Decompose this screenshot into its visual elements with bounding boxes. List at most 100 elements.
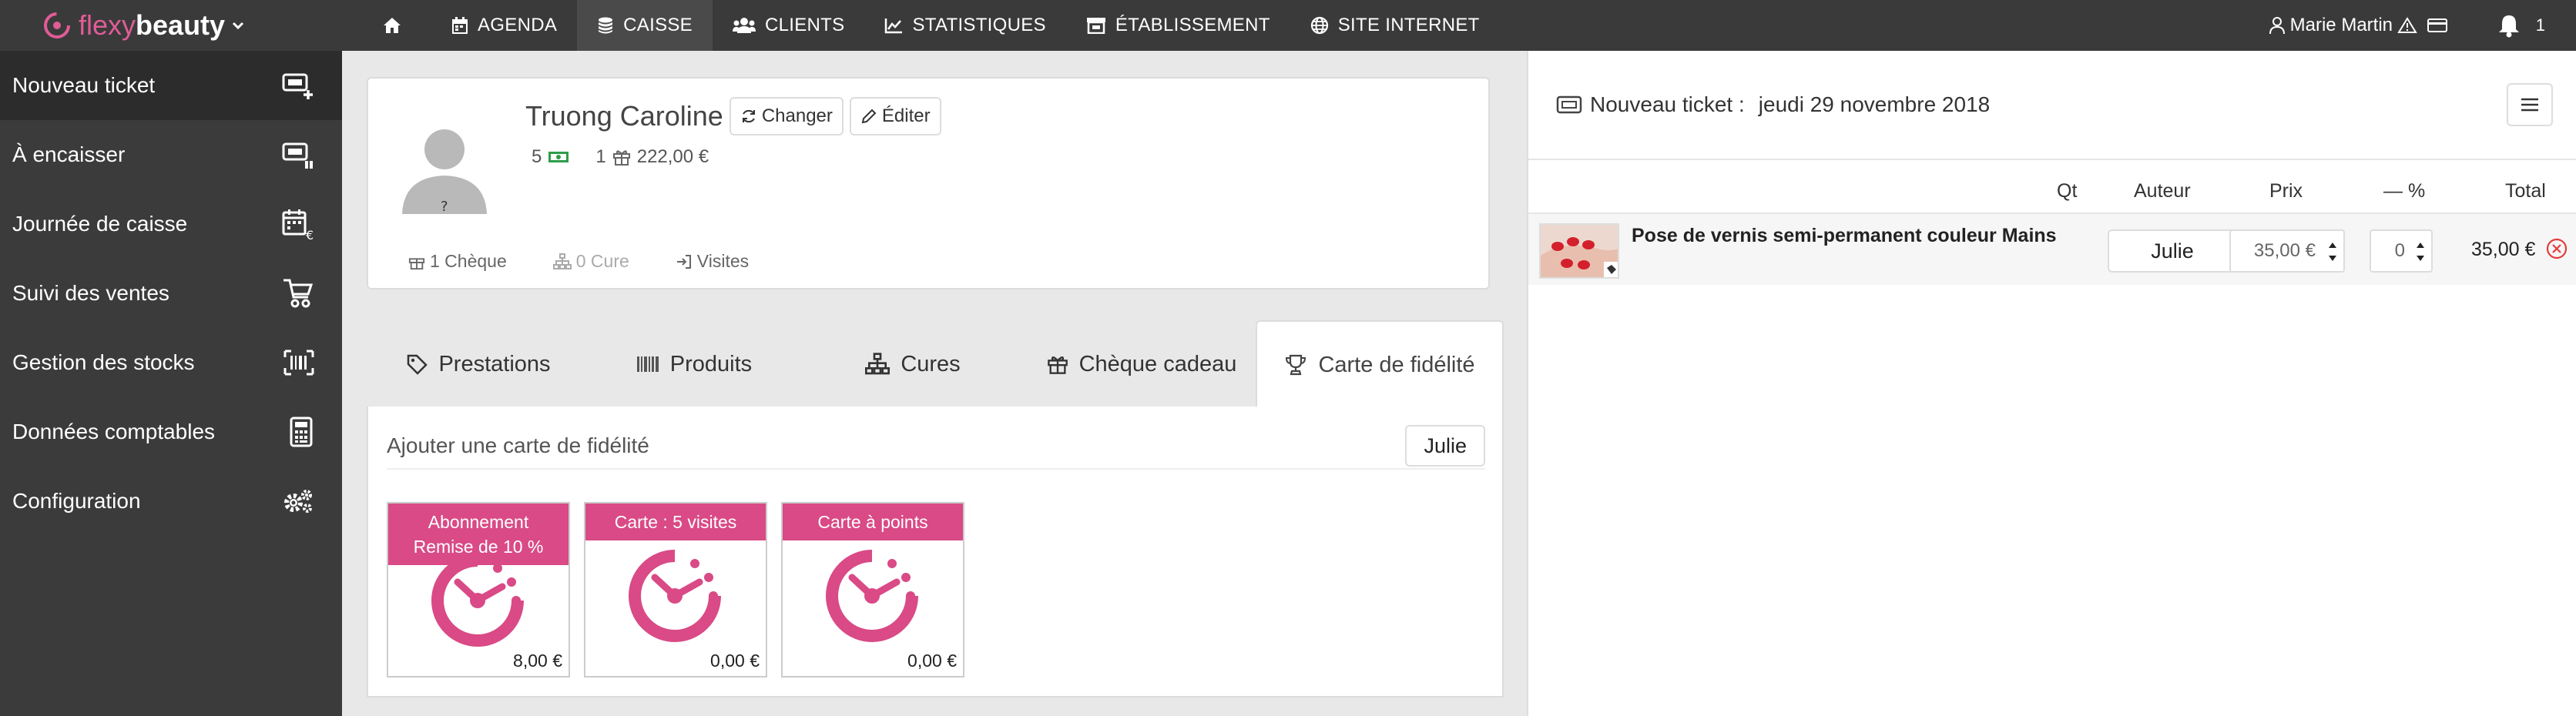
- ticket-menu-button[interactable]: [2507, 83, 2553, 126]
- credit-card-icon: [2427, 18, 2447, 32]
- nav-etablissement[interactable]: ÉTABLISSEMENT: [1066, 0, 1290, 51]
- logo-text-beauty: beauty: [136, 9, 226, 41]
- price-value: 35,00 €: [2253, 240, 2316, 261]
- nav-home[interactable]: [362, 0, 431, 51]
- sidebar-item-gestion-des-stocks[interactable]: Gestion des stocks: [0, 328, 342, 397]
- divider: [1528, 159, 2576, 160]
- sidebar-item-label: Nouveau ticket: [12, 73, 156, 97]
- logo-text-flexy: flexy: [79, 9, 136, 41]
- card-title: Carte à points: [817, 512, 928, 532]
- calendar-icon: [452, 17, 468, 34]
- cure-link[interactable]: 0 Cure: [552, 251, 629, 272]
- edit-client-label: Éditer: [881, 105, 931, 126]
- change-client-button[interactable]: Changer: [729, 97, 844, 136]
- ticket-date: jeudi 29 novembre 2018: [1758, 92, 1991, 116]
- ticket-item-discount-input[interactable]: 0: [2370, 229, 2433, 273]
- cheque-link-label: 1 Chèque: [430, 251, 507, 271]
- nav-site-internet[interactable]: SITE INTERNET: [1290, 0, 1500, 51]
- client-name-row: Truong Caroline Changer Éditer: [525, 97, 941, 136]
- tab-produits[interactable]: Produits: [590, 320, 798, 408]
- main-nav: AGENDA CAISSE CLIENTS STATISTIQUES ÉTABL…: [362, 0, 1500, 51]
- col-auteur: Auteur: [2134, 180, 2191, 202]
- ticket-item-price-input[interactable]: 35,00 €: [2229, 229, 2345, 273]
- logo[interactable]: flexy beauty: [42, 0, 245, 51]
- pencil-icon: [861, 109, 877, 124]
- gift-amount: 222,00 €: [636, 146, 709, 167]
- calendar-euro-icon: €: [282, 209, 314, 240]
- nail-polish-image-icon: [1541, 225, 1618, 277]
- top-bar: flexy beauty AGENDA CAISSE CLIENTS STATIS…: [0, 0, 2576, 51]
- tab-prestations[interactable]: Prestations: [367, 320, 590, 408]
- product-thumbnail: [1539, 223, 1619, 279]
- new-ticket-icon: [282, 73, 313, 99]
- ticket-item-name: Pose de vernis semi-permanent couleur Ma…: [1632, 225, 2057, 246]
- avatar: ?: [396, 117, 493, 214]
- edit-client-button[interactable]: Éditer: [849, 97, 941, 136]
- hamburger-icon: [2521, 98, 2538, 112]
- client-name: Truong Caroline: [525, 100, 723, 132]
- pending-ticket-icon: [282, 142, 313, 169]
- user-menu[interactable]: Marie Martin: [2264, 0, 2453, 51]
- nav-clients[interactable]: CLIENTS: [713, 0, 864, 51]
- tab-cures[interactable]: Cures: [798, 320, 1028, 408]
- barcode-icon: [636, 356, 659, 372]
- loyalty-card-a-points[interactable]: Carte à points 0,00 €: [781, 502, 964, 678]
- nav-etablissement-label: ÉTABLISSEMENT: [1115, 15, 1270, 35]
- tab-cheque-cadeau[interactable]: Chèque cadeau: [1028, 320, 1256, 408]
- stepper-arrows-icon[interactable]: [2326, 239, 2339, 265]
- sidebar-item-journee-de-caisse[interactable]: Journée de caisse €: [0, 189, 342, 259]
- client-stats: 5 1 222,00 €: [532, 146, 729, 168]
- col-remise: — %: [2383, 180, 2426, 202]
- loyalty-card-5-visites[interactable]: Carte : 5 visites 0,00 €: [584, 502, 767, 678]
- add-loyalty-card-label: Ajouter une carte de fidélité: [387, 433, 649, 457]
- sidebar-item-donnees-comptables[interactable]: Données comptables: [0, 397, 342, 467]
- sidebar-item-nouveau-ticket[interactable]: Nouveau ticket: [0, 51, 342, 120]
- card-price: 8,00 €: [513, 651, 562, 671]
- nav-agenda[interactable]: AGENDA: [431, 0, 577, 51]
- cheque-link[interactable]: 1 Chèque: [408, 251, 507, 272]
- col-prix: Prix: [2269, 180, 2303, 202]
- chevron-down-icon: [233, 22, 244, 30]
- client-links: 1 Chèque 0 Cure Visites: [408, 251, 795, 272]
- remove-item-icon[interactable]: [2545, 237, 2568, 260]
- panel-header: Ajouter une carte de fidélité Julie: [387, 423, 1485, 470]
- nav-statistiques[interactable]: STATISTIQUES: [864, 0, 1065, 51]
- nav-caisse[interactable]: CAISSE: [577, 0, 713, 51]
- sidebar-item-label: Données comptables: [12, 420, 216, 443]
- sidebar-item-label: À encaisser: [12, 142, 126, 166]
- sidebar-item-configuration[interactable]: Configuration: [0, 467, 342, 536]
- card-price: 0,00 €: [907, 651, 957, 671]
- tab-carte-de-fidelite[interactable]: Carte de fidélité: [1256, 320, 1504, 408]
- ticket-panel: Nouveau ticket : jeudi 29 novembre 2018 …: [1527, 51, 2576, 716]
- gift-icon: [612, 150, 630, 166]
- ticket-title-label: Nouveau ticket :: [1590, 92, 1745, 116]
- svg-text:€: €: [306, 228, 314, 240]
- cash-stat: 5: [532, 146, 575, 168]
- user-icon: [2269, 17, 2285, 35]
- home-icon: [384, 18, 401, 33]
- sidebar-item-label: Journée de caisse: [12, 212, 188, 236]
- stepper-arrows-icon[interactable]: [2414, 239, 2427, 265]
- ticket-item-author-button[interactable]: Julie: [2108, 229, 2237, 273]
- ticket-icon: [1556, 95, 1582, 114]
- sidebar-item-suivi-des-ventes[interactable]: Suivi des ventes: [0, 259, 342, 328]
- card-header: Carte : 5 visites: [585, 504, 766, 540]
- cart-icon: [283, 279, 314, 308]
- card-header: Carte à points: [783, 504, 963, 540]
- sign-in-icon: [676, 254, 691, 269]
- notifications[interactable]: 1: [2497, 0, 2545, 51]
- users-icon: [733, 18, 756, 33]
- coins-icon: [599, 17, 613, 34]
- sidebar: Nouveau ticket À encaisser Journée de ca…: [0, 51, 342, 716]
- staff-select-button[interactable]: Julie: [1405, 425, 1485, 467]
- flexy-logo-icon: [44, 12, 70, 38]
- ticket-table-header: Qt Auteur Prix — % Total: [1528, 172, 2576, 212]
- sidebar-item-a-encaisser[interactable]: À encaisser: [0, 120, 342, 189]
- visites-link[interactable]: Visites: [676, 251, 749, 272]
- loyalty-card-abonnement[interactable]: Abonnement Remise de 10 % 8,00 €: [387, 502, 570, 678]
- bell-icon: [2498, 15, 2519, 38]
- tab-label: Produits: [669, 351, 753, 376]
- tab-label: Chèque cadeau: [1078, 351, 1237, 376]
- tag-icon: [408, 354, 428, 375]
- avatar-placeholder-mark: ?: [441, 199, 448, 214]
